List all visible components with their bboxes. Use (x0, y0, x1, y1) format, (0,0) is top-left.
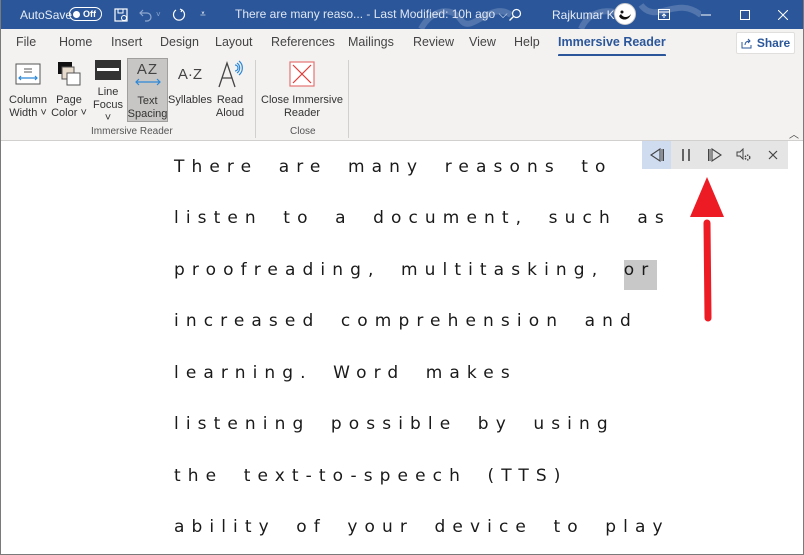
document-area[interactable]: There are many reasons to listen to a do… (1, 141, 803, 554)
text-spacing-label-1: Text (137, 95, 158, 107)
column-width-label-2: Width ˅ (9, 107, 47, 119)
text-line: There are many reasons to (174, 157, 613, 177)
column-width-icon (12, 58, 44, 90)
tab-layout[interactable]: Layout (215, 35, 253, 49)
read-aloud-button[interactable]: Read Aloud (213, 58, 247, 122)
share-icon (741, 38, 752, 48)
text-spacing-label-2: Spacing (127, 108, 168, 120)
text-line: ability of your device to play (174, 517, 670, 537)
close-immersive-label-1: Close Immersive (261, 94, 343, 106)
close-icon[interactable] (768, 0, 798, 29)
syllables-icon: A·Z (174, 58, 206, 90)
ribbon-display-options-icon[interactable] (649, 0, 679, 29)
next-paragraph-button[interactable] (700, 141, 729, 169)
close-immersive-reader-button[interactable]: Close Immersive Reader (260, 58, 344, 122)
tab-help[interactable]: Help (514, 35, 540, 49)
voice-settings-icon (736, 148, 750, 161)
previous-paragraph-button[interactable] (642, 141, 671, 169)
undo-icon[interactable] (136, 0, 156, 29)
save-icon[interactable] (111, 0, 131, 29)
read-aloud-icon (214, 58, 246, 90)
ribbon-tabs: File Home Insert Design Layout Reference… (1, 29, 803, 57)
toggle-knob (73, 10, 80, 18)
word-window: AutoSave Off ˅ ⩡ There are many reaso...… (0, 0, 804, 555)
close-immersive-label-2: Reader (283, 107, 321, 119)
tab-insert[interactable]: Insert (111, 35, 142, 49)
line-focus-icon (92, 58, 124, 82)
pause-icon (681, 149, 690, 161)
syllables-button[interactable]: A·Z Syllables (168, 58, 212, 122)
text-line: listening possible by using (174, 414, 615, 434)
column-width-label-1: Column (9, 94, 47, 106)
autosave-toggle[interactable]: Off (69, 7, 102, 21)
stop-reading-button[interactable] (758, 141, 787, 169)
customize-quick-access-icon[interactable]: ⩡ (193, 0, 213, 29)
share-label: Share (756, 36, 791, 50)
page-color-icon (53, 58, 85, 90)
page-color-button[interactable]: Page Color ˅ (49, 58, 89, 122)
tab-file[interactable]: File (16, 35, 36, 49)
redo-icon[interactable] (169, 0, 189, 29)
minimize-icon[interactable] (691, 0, 721, 29)
page-color-label-1: Page (56, 94, 82, 106)
read-aloud-label-2: Aloud (215, 107, 245, 119)
close-icon (768, 150, 777, 160)
tab-view[interactable]: View (469, 35, 496, 49)
page-color-label-2: Color ˅ (51, 107, 87, 119)
group-label-immersive-reader: Immersive Reader (91, 126, 173, 137)
tab-home[interactable]: Home (59, 35, 92, 49)
autosave-label: AutoSave (20, 7, 73, 22)
group-label-close: Close (290, 126, 316, 137)
text-spacing-glyph: AZ (136, 61, 159, 78)
text-line: proofreading, multitasking, or (174, 260, 658, 290)
line-focus-button[interactable]: Line Focus ˅ (89, 58, 127, 124)
tab-immersive-reader[interactable]: Immersive Reader (558, 35, 666, 57)
highlighted-word: or (623, 260, 658, 290)
search-icon[interactable] (505, 0, 525, 29)
text-line: increased comprehension and (174, 311, 638, 331)
text-line: learning. Word makes (174, 363, 517, 383)
title-bar: AutoSave Off ˅ ⩡ There are many reaso...… (1, 0, 803, 29)
text-spacing-icon: AZ (132, 59, 164, 91)
close-immersive-reader-icon (286, 58, 318, 90)
annotation-arrow (690, 177, 724, 322)
line-focus-label-2: Focus ˅ (93, 99, 123, 124)
read-aloud-label-1: Read (216, 94, 244, 106)
maximize-icon[interactable] (730, 0, 760, 29)
text-line-content: proofreading, multitasking, (174, 260, 605, 280)
reader-toolbar (642, 141, 788, 169)
tab-references[interactable]: References (271, 35, 335, 49)
group-separator (348, 60, 349, 138)
undo-dropdown-icon[interactable]: ˅ (156, 0, 161, 29)
syllables-label: Syllables (167, 94, 213, 106)
tab-review[interactable]: Review (413, 35, 454, 49)
user-name[interactable]: Rajkumar K (552, 0, 615, 29)
ribbon: Column Width ˅ Page Color ˅ Line Focus ˅… (1, 56, 803, 141)
line-focus-label-1: Line (97, 86, 119, 98)
tab-mailings[interactable]: Mailings (348, 35, 394, 49)
document-title[interactable]: There are many reaso... - Last Modified:… (235, 0, 508, 29)
tab-design[interactable]: Design (160, 35, 199, 49)
syllables-glyph: A·Z (177, 65, 203, 83)
collapse-ribbon-icon[interactable]: ︿ (789, 126, 799, 141)
text-spacing-button[interactable]: AZ Text Spacing (127, 58, 168, 122)
group-separator (255, 60, 256, 138)
text-line: listen to a document, such as (174, 208, 671, 228)
autosave-state: Off (83, 9, 96, 19)
reading-settings-button[interactable] (729, 141, 758, 169)
share-button[interactable]: Share (736, 32, 795, 54)
column-width-button[interactable]: Column Width ˅ (7, 58, 49, 122)
pause-button[interactable] (671, 141, 700, 169)
previous-icon (649, 148, 664, 162)
text-line: the text-to-speech (TTS) (174, 466, 568, 486)
next-icon (707, 148, 722, 162)
avatar[interactable] (614, 3, 636, 25)
